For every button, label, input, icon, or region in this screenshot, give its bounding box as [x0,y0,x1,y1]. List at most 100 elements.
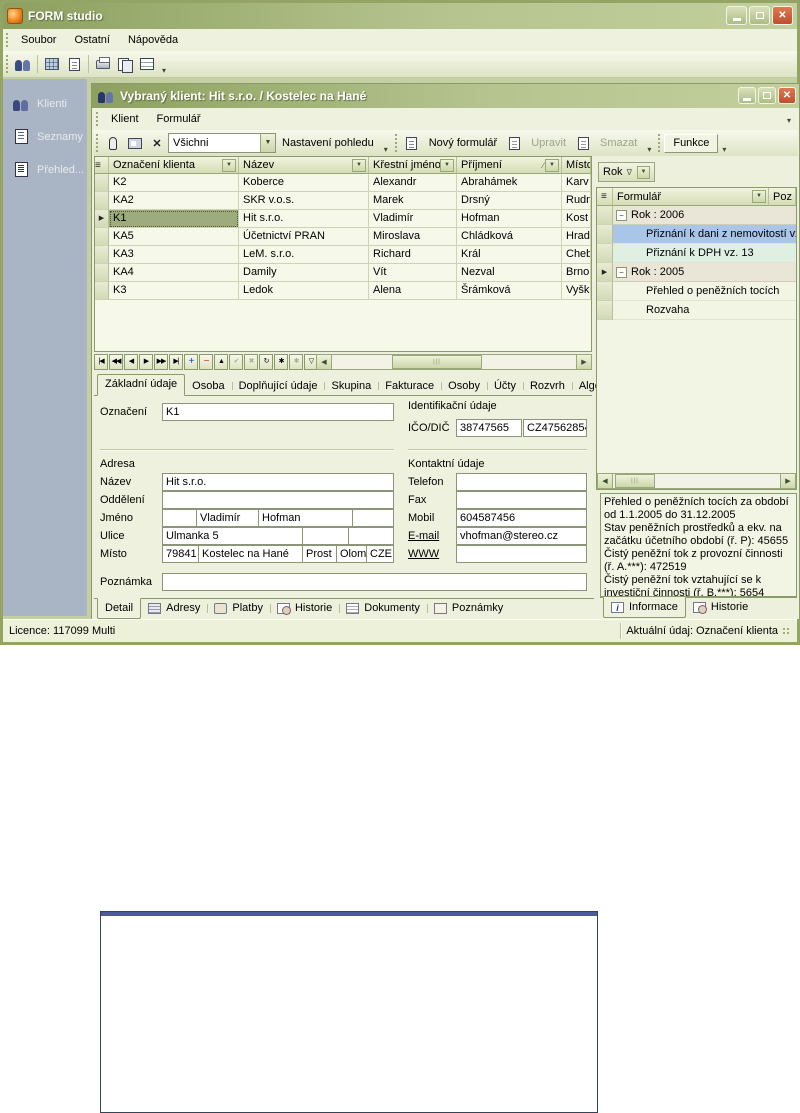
navigator-button[interactable]: ◀◀ [109,354,123,370]
grid-horizontal-scrollbar[interactable]: ◀ ||| ▶ [316,354,592,370]
row-selector[interactable] [597,206,613,225]
navigator-button[interactable]: ✔ [229,354,243,370]
toolbar-overflow-icon[interactable]: ▾ [718,145,730,156]
person-icon[interactable] [102,132,124,154]
kraj-field[interactable]: Olom [336,545,367,563]
row-selector[interactable] [95,264,109,282]
detail-tab[interactable]: Doplňující údaje [232,377,325,395]
navigator-button[interactable]: ✱ [289,354,303,370]
email-label[interactable]: E-mail [408,530,439,542]
row-selector[interactable] [597,282,613,301]
column-header-id[interactable]: Označení klienta ▼ [109,157,239,174]
scroll-left-icon[interactable]: ◀ [317,355,332,369]
column-header-city[interactable]: Místo [562,157,591,174]
nazev-field[interactable]: Hit s.r.o. [162,473,394,491]
form-row[interactable]: − Rok : 2006 [597,206,796,225]
filter-dropdown-icon[interactable]: ▼ [752,190,766,203]
ico-field[interactable]: 38747565 [456,419,522,437]
misto-field[interactable]: Kostelec na Hané [198,545,303,563]
www-field[interactable] [456,545,587,563]
row-selector[interactable] [95,192,109,210]
client-row[interactable]: K3 Ledok Alena Šrámková Vyšk [95,282,591,300]
client-row[interactable]: KA3 LeM. s.r.o. Richard Král Cheb [95,246,591,264]
okres-field[interactable]: Prost [302,545,337,563]
column-header-form[interactable]: Formulář ▼ [613,188,769,206]
ulice-field[interactable]: Ulmanka 5 [162,527,303,545]
calculator-icon[interactable] [41,53,63,75]
bottom-tab[interactable]: Detail [97,598,141,619]
scroll-right-icon[interactable]: ▶ [576,355,591,369]
client-menu-overflow-icon[interactable]: ▾ [783,116,795,127]
client-menu-item[interactable]: Formulář [148,110,210,128]
info-tab[interactable]: Informace [603,597,686,618]
toolbar-overflow-icon[interactable]: ▾ [380,145,392,156]
form-row[interactable]: ▶ − Rok : 2005 [597,263,796,282]
oddeleni-field[interactable] [162,491,394,509]
ulice-cp-field[interactable] [302,527,349,545]
email-field[interactable]: vhofman@stereo.cz [456,527,587,545]
stat-field[interactable]: CZE [366,545,394,563]
detail-tab[interactable]: Osoba [185,377,231,395]
info-tab[interactable]: Historie [686,598,755,617]
navigator-button[interactable]: ✖ [244,354,258,370]
close-button[interactable]: ✕ [772,6,793,25]
grid-icon[interactable] [136,53,158,75]
client-row[interactable]: KA4 Damily Vít Nezval Brno [95,264,591,282]
filter-dropdown-icon[interactable]: ▼ [545,159,559,172]
titul-za-field[interactable] [352,509,394,527]
poznamka-field[interactable] [162,573,587,591]
view-settings-button[interactable]: Nastavení pohledu [276,134,380,152]
detail-tab[interactable]: Rozvrh [523,377,572,395]
titul-field[interactable] [162,509,197,527]
row-selector[interactable] [95,228,109,246]
navigator-button[interactable]: ▲ [214,354,228,370]
navigator-button[interactable]: ✱ [274,354,288,370]
client-row[interactable]: ▶ K1 Hit s.r.o. Vladimír Hofman Kost [95,210,591,228]
navigator-button[interactable]: ▶| [169,354,183,370]
mobil-field[interactable]: 604587456 [456,509,587,527]
toolbar-overflow-icon[interactable]: ▾ [158,66,170,77]
row-selector[interactable]: ▶ [95,210,109,228]
sidebar-item[interactable]: Přehled... [3,153,87,186]
row-selector[interactable]: ▶ [597,263,613,282]
www-label[interactable]: WWW [408,548,439,560]
functions-button[interactable]: Funkce [664,134,718,153]
row-selector[interactable] [597,301,613,320]
scrollbar-thumb[interactable]: ||| [615,474,655,488]
row-selector[interactable] [95,282,109,300]
form-row[interactable]: Přiznání k DPH vz. 13 [597,244,796,263]
column-header-first-name[interactable]: Křestní jméno ▼ [369,157,457,174]
client-minimize-button[interactable] [738,87,756,104]
form-row[interactable]: Přiznání k dani z nemovitostí vz [597,225,796,244]
card-icon[interactable] [124,132,146,154]
client-maximize-button[interactable] [758,87,776,104]
menu-item[interactable]: Soubor [12,31,65,49]
detail-tab[interactable]: Základní údaje [97,374,185,396]
maximize-button[interactable] [749,6,770,25]
form-row[interactable]: Rozvaha [597,301,796,320]
resize-grip[interactable] [782,627,791,636]
client-row[interactable]: KA5 Účetnictví PRAN Miroslava Chládková … [95,228,591,246]
scroll-right-icon[interactable]: ▶ [780,474,795,488]
menu-item[interactable]: Ostatní [65,31,118,49]
navigator-button[interactable]: ▶ [139,354,153,370]
column-header-note[interactable]: Poz [769,188,796,206]
client-row[interactable]: K2 Koberce Alexandr Abrahámek Karv [95,174,591,192]
forms-icon[interactable] [63,53,85,75]
sidebar-item[interactable]: Klienti [3,87,87,120]
client-row[interactable]: KA2 SKR v.o.s. Marek Drsný Rudn [95,192,591,210]
menu-item[interactable]: Nápověda [119,31,187,49]
remove-filter-icon[interactable]: ✕ [146,132,168,154]
form-row[interactable]: Přehled o peněžních tocích [597,282,796,301]
jmeno-field[interactable]: Vladimír [196,509,259,527]
chevron-down-icon[interactable]: ▼ [260,134,275,152]
forms-horizontal-scrollbar[interactable]: ◀ ||| ▶ [597,473,796,489]
scroll-left-icon[interactable]: ◀ [598,474,613,488]
group-by-year-button[interactable]: Rok ∇ ▼ [598,162,655,182]
row-selector[interactable] [597,244,613,263]
bottom-tab[interactable]: Historie [270,599,339,618]
bottom-tab[interactable]: Platby [207,599,270,618]
telefon-field[interactable] [456,473,587,491]
prijmeni-field[interactable]: Hofman [258,509,353,527]
oznaceni-field[interactable]: K1 [162,403,394,421]
